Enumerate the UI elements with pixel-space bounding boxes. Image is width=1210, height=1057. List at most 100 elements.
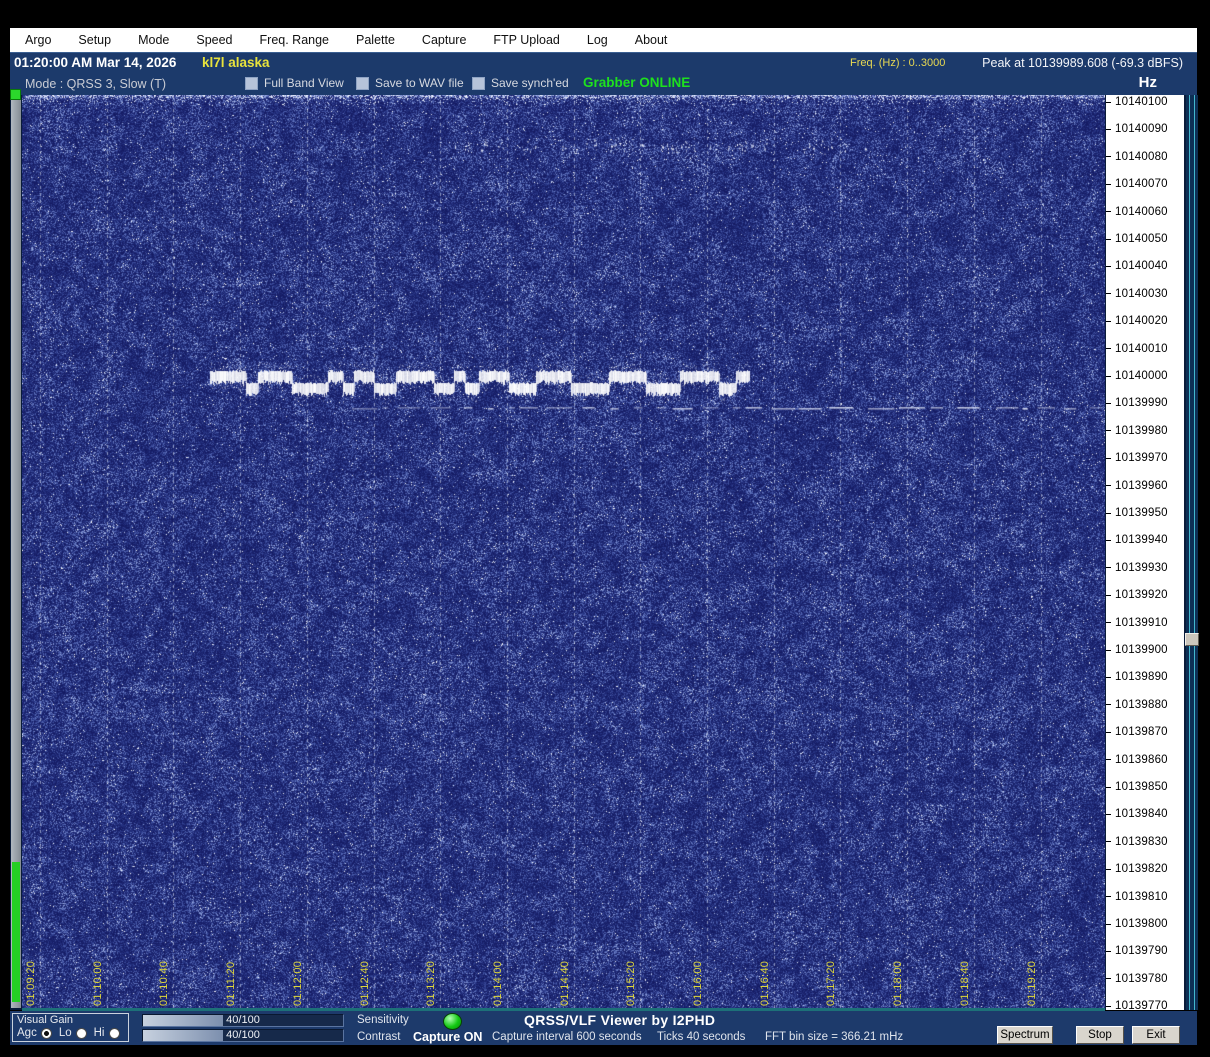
freq-tick-mark bbox=[1106, 430, 1111, 432]
freq-scale-row: 10139930 bbox=[1106, 561, 1168, 574]
checkbox[interactable] bbox=[472, 76, 485, 90]
freq-scale-row: 10139810 bbox=[1106, 890, 1168, 903]
freq-tick-label: 10140060 bbox=[1115, 205, 1168, 218]
freq-tick-label: 10139950 bbox=[1115, 507, 1168, 519]
contrast-value: 40/100 bbox=[226, 1029, 260, 1041]
freq-tick-mark bbox=[1106, 786, 1111, 788]
freq-tick-mark bbox=[1106, 950, 1111, 952]
menu-item-about[interactable]: About bbox=[635, 33, 668, 47]
frequency-scale: 10140100 10140090 10140080 10140070 10140060… bbox=[1106, 95, 1184, 1012]
freq-tick-mark bbox=[1106, 731, 1111, 733]
waterfall-canvas bbox=[22, 95, 1105, 1010]
freq-tick-label: 10140020 bbox=[1115, 315, 1168, 328]
freq-scale-row: 10140070 bbox=[1106, 178, 1168, 191]
freq-scale-row: 10140000 bbox=[1106, 370, 1168, 383]
freq-tick-label: 10140000 bbox=[1115, 370, 1168, 382]
station-callsign: kl7l alaska bbox=[202, 55, 270, 70]
capture-interval-label: Capture interval 600 seconds bbox=[492, 1031, 642, 1043]
menu-bar: Argo Setup Mode Speed Freq. Range Palette Capt… bbox=[10, 28, 1197, 52]
freq-tick-label: 10139880 bbox=[1115, 698, 1168, 711]
exit-button[interactable]: Exit bbox=[1132, 1026, 1180, 1044]
radio-button[interactable] bbox=[108, 1027, 120, 1039]
freq-tick-mark bbox=[1106, 622, 1111, 624]
freq-tick-label: 10139910 bbox=[1115, 616, 1168, 629]
freq-tick-mark bbox=[1106, 293, 1111, 295]
menu-item-speed[interactable]: Speed bbox=[196, 33, 232, 47]
time-tick-label: 01:16:00 bbox=[692, 960, 704, 1006]
menu-item-freq-range[interactable]: Freq. Range bbox=[260, 33, 329, 47]
freq-scale-row: 10139790 bbox=[1106, 945, 1168, 958]
peak-readout: Peak at 10139989.608 (-69.3 dBFS) bbox=[982, 56, 1183, 70]
contrast-slider[interactable]: 40/100 bbox=[142, 1029, 344, 1042]
freq-tick-label: 10139930 bbox=[1115, 561, 1168, 574]
time-tick-label: 01:12:40 bbox=[358, 960, 371, 1006]
checkbox-group-save-to-wav-file[interactable]: Save to WAV file bbox=[356, 76, 464, 90]
scrollbar-line bbox=[1189, 95, 1190, 1010]
freq-tick-label: 10139780 bbox=[1115, 972, 1168, 985]
menu-item-capture[interactable]: Capture bbox=[422, 33, 466, 47]
freq-tick-label: 10139980 bbox=[1115, 424, 1168, 437]
freq-scale-row: 10139970 bbox=[1106, 452, 1168, 465]
freq-tick-label: 10139970 bbox=[1115, 452, 1168, 465]
checkbox[interactable] bbox=[245, 76, 258, 90]
freq-tick-mark bbox=[1106, 402, 1111, 404]
freq-tick-label: 10140050 bbox=[1115, 233, 1168, 245]
menu-item-ftp-upload[interactable]: FTP Upload bbox=[493, 33, 559, 47]
freq-scale-row: 10139820 bbox=[1106, 863, 1168, 876]
freq-tick-label: 10139990 bbox=[1115, 397, 1168, 410]
freq-scale-row: 10140090 bbox=[1106, 123, 1168, 136]
checkbox-label: Full Band View bbox=[264, 76, 344, 90]
app-title: QRSS/VLF Viewer by I2PHD bbox=[524, 1012, 716, 1028]
freq-tick-label: 10139840 bbox=[1115, 808, 1168, 821]
freq-tick-mark bbox=[1106, 183, 1111, 185]
freq-tick-label: 10139960 bbox=[1115, 479, 1168, 492]
sensitivity-slider[interactable]: 40/100 bbox=[142, 1014, 344, 1027]
checkbox-group-full-band-view[interactable]: Full Band View bbox=[245, 76, 344, 90]
freq-scale-row: 10140040 bbox=[1106, 260, 1168, 273]
menu-item-argo[interactable]: Argo bbox=[25, 33, 51, 47]
freq-scale-row: 10139800 bbox=[1106, 918, 1168, 931]
visual-gain-group: Visual Gain Agc Lo Hi bbox=[12, 1013, 129, 1042]
freq-tick-label: 10140080 bbox=[1115, 150, 1168, 163]
radio-option-hi[interactable]: Hi bbox=[94, 1027, 120, 1039]
time-tick-label: 01:09:20 bbox=[25, 960, 37, 1006]
stop-button[interactable]: Stop bbox=[1076, 1026, 1124, 1044]
freq-tick-label: 10139870 bbox=[1115, 726, 1168, 739]
menu-item-mode[interactable]: Mode bbox=[138, 33, 169, 47]
freq-scale-row: 10139950 bbox=[1106, 507, 1168, 520]
spectrum-button[interactable]: Spectrum bbox=[997, 1026, 1053, 1044]
capture-led-indicator bbox=[443, 1013, 462, 1030]
freq-tick-label: 10139820 bbox=[1115, 863, 1168, 876]
freq-scale-row: 10139850 bbox=[1106, 781, 1168, 794]
frequency-scrollbar-handle[interactable] bbox=[1185, 633, 1199, 646]
freq-tick-mark bbox=[1106, 485, 1111, 487]
freq-scale-row: 10139980 bbox=[1106, 424, 1168, 437]
checkbox[interactable] bbox=[356, 76, 369, 90]
radio-button[interactable] bbox=[75, 1027, 87, 1039]
freq-scale-row: 10139940 bbox=[1106, 534, 1168, 547]
sensitivity-slider-fill bbox=[143, 1015, 223, 1026]
menu-item-log[interactable]: Log bbox=[587, 33, 608, 47]
freq-tick-mark bbox=[1106, 512, 1111, 514]
freq-tick-mark bbox=[1106, 238, 1111, 240]
radio-button[interactable] bbox=[40, 1027, 52, 1039]
menu-item-palette[interactable]: Palette bbox=[356, 33, 395, 47]
radio-option-agc[interactable]: Agc bbox=[17, 1027, 52, 1039]
radio-option-lo[interactable]: Lo bbox=[59, 1027, 87, 1039]
sensitivity-value: 40/100 bbox=[226, 1014, 260, 1026]
freq-tick-label: 10140090 bbox=[1115, 123, 1168, 136]
menu-item-setup[interactable]: Setup bbox=[78, 33, 111, 47]
frequency-scrollbar-track[interactable] bbox=[1186, 95, 1198, 1010]
freq-tick-mark bbox=[1106, 211, 1111, 213]
mode-bar: Mode : QRSS 3, Slow (T) Grabber ONLINE H… bbox=[10, 73, 1197, 95]
checkbox-group-save-synch-ed[interactable]: Save synch'ed bbox=[472, 76, 569, 90]
time-tick-label: 01:18:40 bbox=[958, 960, 971, 1006]
freq-tick-mark bbox=[1106, 841, 1111, 843]
freq-tick-mark bbox=[1106, 539, 1111, 541]
contrast-label: Contrast bbox=[357, 1031, 401, 1043]
freq-scale-row: 10140010 bbox=[1106, 342, 1168, 355]
freq-tick-mark bbox=[1106, 156, 1111, 158]
freq-tick-label: 10139850 bbox=[1115, 781, 1168, 793]
freq-scale-row: 10140100 bbox=[1106, 96, 1168, 109]
freq-scale-row: 10139880 bbox=[1106, 698, 1168, 711]
